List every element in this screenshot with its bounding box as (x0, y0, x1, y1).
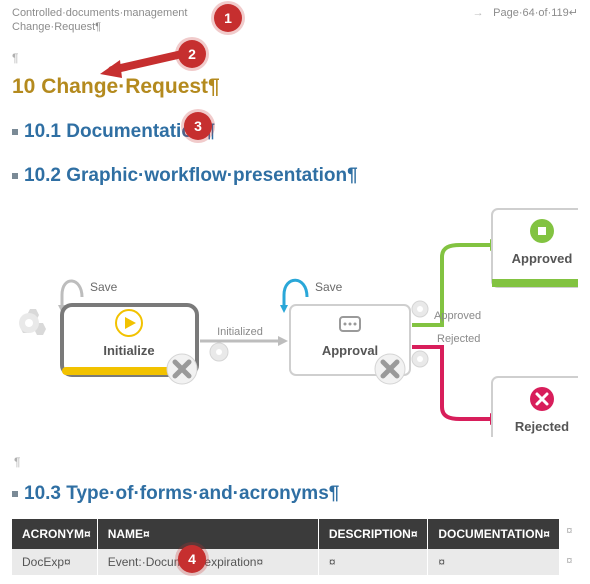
heading-2-workflow: 10.2 Graphic·workflow·presentation¶ (24, 165, 358, 187)
col-name: NAME¤ (97, 519, 318, 549)
heading-bullet-icon (12, 129, 18, 135)
paragraph-mark: ¶ (14, 455, 578, 469)
node-approved-label: Approved (512, 251, 573, 266)
heading-2-forms: 10.3 Type·of·forms·and·acronyms¶ (24, 483, 339, 505)
node-approval-label: Approval (322, 343, 378, 358)
tab-arrow-icon: → (463, 7, 493, 19)
edge-initialized-label: Initialized (217, 326, 263, 338)
cell-description: ¤ (318, 549, 428, 575)
heading-bullet-icon (12, 173, 18, 179)
row-end-mark: ¤ (560, 519, 578, 549)
page-number: Page·64·of·119↵ (493, 6, 578, 19)
table-row: DocExp¤ Event:·Document·expiration¤ ¤ ¤ … (12, 549, 578, 575)
node-rejected-label: Rejected (515, 419, 569, 434)
edge-approved-label: Approved (434, 310, 481, 322)
callout-2: 2 (178, 40, 206, 68)
workflow-diagram: Save Initialize Initialized Save (12, 197, 578, 437)
heading-bullet-icon (12, 491, 18, 497)
col-documentation: DOCUMENTATION¤ (428, 519, 560, 549)
save-label: Save (90, 280, 118, 294)
callout-1: 1 (214, 4, 242, 32)
col-acronym: ACRONYM¤ (12, 519, 97, 549)
cell-name: Event:·Document·expiration¤ (97, 549, 318, 575)
node-approved (492, 209, 578, 287)
save-label: Save (315, 280, 343, 294)
edge-rejected-label: Rejected (437, 333, 480, 345)
header-sub: Change·Request¶ (12, 21, 578, 33)
row-end-mark: ¤ (560, 549, 578, 575)
callout-arrow-icon (92, 40, 192, 80)
forms-table: ACRONYM¤ NAME¤ DESCRIPTION¤ DOCUMENTATIO… (12, 519, 578, 575)
cell-documentation: ¤ (428, 549, 560, 575)
loop-arrow (284, 280, 307, 307)
callout-4: 4 (178, 545, 206, 573)
table-header-row: ACRONYM¤ NAME¤ DESCRIPTION¤ DOCUMENTATIO… (12, 519, 578, 549)
stop-icon (538, 227, 546, 235)
cell-acronym: DocExp¤ (12, 549, 97, 575)
node-initialize-label: Initialize (103, 343, 154, 358)
col-description: DESCRIPTION¤ (318, 519, 428, 549)
callout-3: 3 (184, 112, 212, 140)
